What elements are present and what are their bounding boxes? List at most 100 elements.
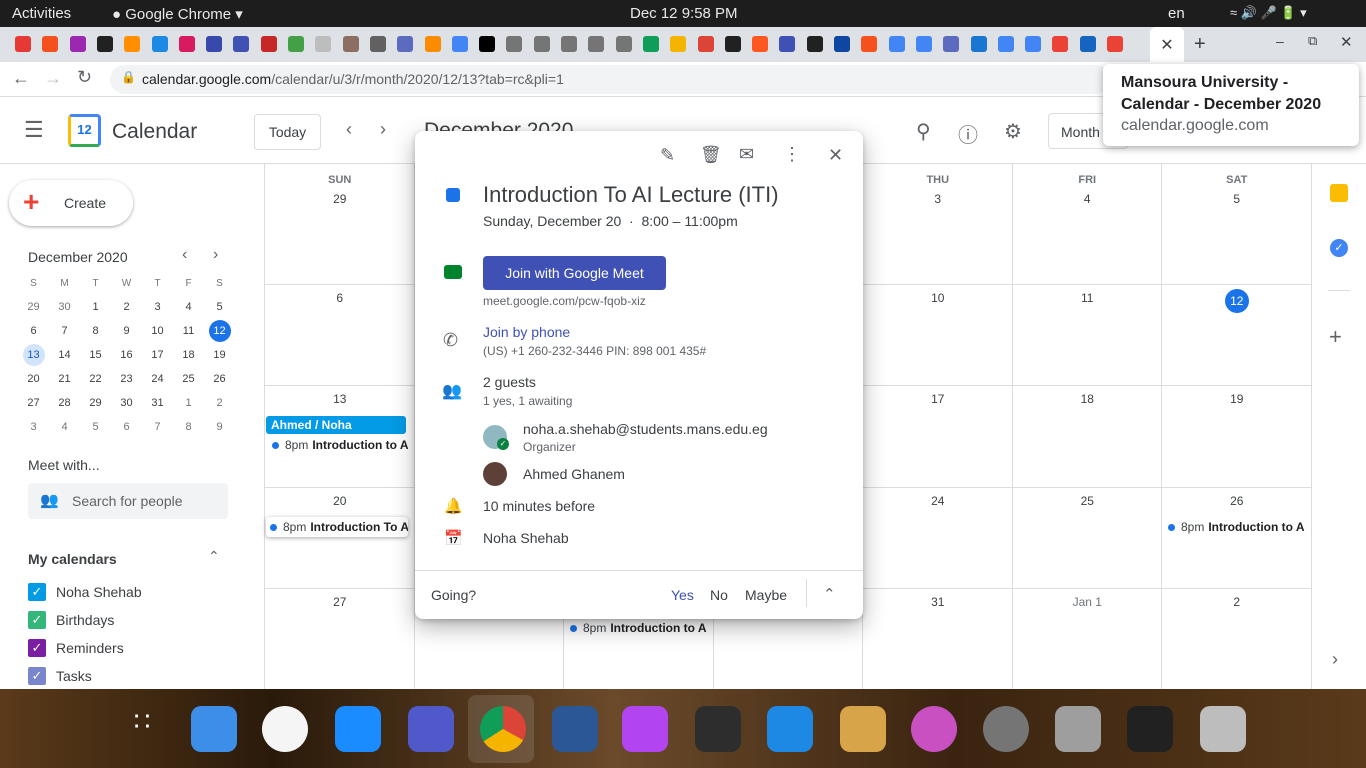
mini-day[interactable]: 8 xyxy=(173,415,204,439)
virtualbox-icon[interactable] xyxy=(767,706,813,752)
day-number[interactable]: 20 xyxy=(325,494,355,508)
mini-day[interactable]: 26 xyxy=(204,367,235,391)
mini-day[interactable]: 22 xyxy=(80,367,111,391)
calendar-checkbox[interactable]: ✓ xyxy=(28,611,46,629)
day-number[interactable]: 17 xyxy=(923,392,953,406)
phone-icon[interactable] xyxy=(1127,706,1173,752)
mini-day[interactable]: 16 xyxy=(111,343,142,367)
help-icon[interactable]: ⓘ xyxy=(958,119,978,148)
pinned-tab-favicon[interactable] xyxy=(724,36,741,52)
pinned-tab-favicon[interactable] xyxy=(42,36,59,52)
organizer-avatar[interactable]: ✓ xyxy=(483,425,509,450)
create-button[interactable]: + Create xyxy=(9,180,133,226)
pinned-tab-favicon[interactable] xyxy=(206,36,223,52)
calendar-checkbox[interactable]: ✓ xyxy=(28,583,46,601)
day-number[interactable]: Jan 1 xyxy=(1057,595,1117,609)
language-indicator[interactable]: en xyxy=(1168,5,1185,22)
pinned-tab-favicon[interactable] xyxy=(997,36,1014,52)
day-number[interactable]: 5 xyxy=(1222,192,1252,206)
prev-month-icon[interactable]: ‹ xyxy=(346,119,352,140)
mini-day[interactable]: 28 xyxy=(49,391,80,415)
pinned-tab-favicon[interactable] xyxy=(342,36,359,52)
address-bar[interactable]: 🔒 calendar.google.com/calendar/u/3/r/mon… xyxy=(110,65,1110,94)
app-store-icon[interactable] xyxy=(335,706,381,752)
mini-day[interactable]: 3 xyxy=(142,295,173,319)
pinned-tab-favicon[interactable] xyxy=(806,36,823,52)
calendar-logo[interactable]: 12 xyxy=(68,114,101,147)
rsvp-maybe-button[interactable]: Maybe xyxy=(745,587,787,603)
mini-day[interactable]: 10 xyxy=(142,319,173,343)
pinned-tab-favicon[interactable] xyxy=(233,36,250,52)
pinned-tab-favicon[interactable] xyxy=(615,36,632,52)
pinned-tab-favicon[interactable] xyxy=(642,36,659,52)
mini-day[interactable]: 29 xyxy=(18,295,49,319)
pinned-tab-favicon[interactable] xyxy=(888,36,905,52)
day-number[interactable]: 31 xyxy=(923,595,953,609)
pinned-tab-favicon[interactable] xyxy=(1107,36,1123,52)
join-meet-button[interactable]: Join with Google Meet xyxy=(483,256,666,290)
pinned-tab-favicon[interactable] xyxy=(779,36,796,52)
my-calendars-heading[interactable]: My calendars xyxy=(28,551,117,567)
mini-day[interactable]: 8 xyxy=(80,319,111,343)
pinned-tab-favicon[interactable] xyxy=(178,36,195,52)
mini-day[interactable]: 30 xyxy=(111,391,142,415)
mini-day[interactable]: 14 xyxy=(49,343,80,367)
pinned-tab-favicon[interactable] xyxy=(588,36,605,52)
expand-panel-icon[interactable]: › xyxy=(1332,649,1338,670)
chrome-icon[interactable] xyxy=(480,706,526,752)
mini-day[interactable]: 6 xyxy=(111,415,142,439)
calendar-checkbox[interactable]: ✓ xyxy=(28,667,46,685)
day-number[interactable]: 27 xyxy=(325,595,355,609)
terminal-icon[interactable] xyxy=(695,706,741,752)
close-tab-icon[interactable]: ✕ xyxy=(1160,37,1173,54)
mini-day[interactable]: 30 xyxy=(49,295,80,319)
calendar-list-item[interactable]: ✓ Tasks xyxy=(28,666,248,686)
pinned-tab-favicon[interactable] xyxy=(506,36,523,52)
calendar-list-item[interactable]: ✓ Noha Shehab xyxy=(28,582,248,602)
day-number[interactable]: 6 xyxy=(325,291,355,305)
event-chip[interactable]: 8pm Introduction to A xyxy=(566,618,711,638)
pinned-tab-favicon[interactable] xyxy=(533,36,550,52)
event-chip[interactable]: 8pm Introduction To A xyxy=(266,517,408,537)
apps-grid-icon[interactable]: ∷ xyxy=(119,706,165,752)
word-icon[interactable] xyxy=(552,706,598,752)
search-people-input[interactable]: 👥 Search for people xyxy=(28,483,228,519)
pinned-tab-favicon[interactable] xyxy=(861,36,878,52)
mini-day[interactable]: 18 xyxy=(173,343,204,367)
feedback-icon[interactable] xyxy=(911,706,957,752)
guest-name[interactable]: Ahmed Ghanem xyxy=(523,466,625,482)
day-number[interactable]: 13 xyxy=(325,392,355,406)
dictionary-icon[interactable] xyxy=(840,706,886,752)
back-icon[interactable]: ← xyxy=(12,68,30,89)
main-menu-icon[interactable]: ☰ xyxy=(24,117,44,143)
mini-day[interactable]: 9 xyxy=(204,415,235,439)
day-number[interactable]: 4 xyxy=(1072,192,1102,206)
active-tab[interactable]: ✕ xyxy=(1150,27,1184,62)
mini-day[interactable]: 11 xyxy=(173,319,204,343)
forward-icon[interactable]: → xyxy=(44,68,62,89)
calendar-list-item[interactable]: ✓ Reminders xyxy=(28,638,248,658)
organizer-email[interactable]: noha.a.shehab@students.mans.edu.eg xyxy=(523,421,768,437)
music-icon[interactable] xyxy=(262,706,308,752)
camera-icon[interactable] xyxy=(1055,706,1101,752)
guest-avatar[interactable] xyxy=(483,462,507,486)
pinned-tab-favicon[interactable] xyxy=(970,36,987,52)
disk-utility-icon[interactable] xyxy=(1200,706,1246,752)
pinned-tab-favicon[interactable] xyxy=(915,36,932,52)
expand-rsvp-icon[interactable]: ⌃ xyxy=(823,585,836,603)
activities-button[interactable]: Activities xyxy=(12,5,71,22)
pinned-tab-favicon[interactable] xyxy=(69,36,86,52)
day-number[interactable]: 3 xyxy=(923,192,953,206)
meet-link[interactable]: meet.google.com/pcw-fqob-xiz xyxy=(483,294,646,308)
day-number[interactable]: 11 xyxy=(1072,291,1102,305)
restore-icon[interactable]: ⧉ xyxy=(1308,33,1317,49)
day-number[interactable]: 18 xyxy=(1072,392,1102,406)
mini-day[interactable]: 5 xyxy=(80,415,111,439)
teams-icon[interactable] xyxy=(408,706,454,752)
day-number[interactable]: 19 xyxy=(1222,392,1252,406)
mini-prev-icon[interactable]: ‹ xyxy=(182,246,187,264)
pinned-tab-favicon[interactable] xyxy=(288,36,304,52)
mini-day[interactable]: 12 xyxy=(204,319,235,343)
pinned-tab-favicon[interactable] xyxy=(151,36,168,52)
mini-day[interactable]: 9 xyxy=(111,319,142,343)
